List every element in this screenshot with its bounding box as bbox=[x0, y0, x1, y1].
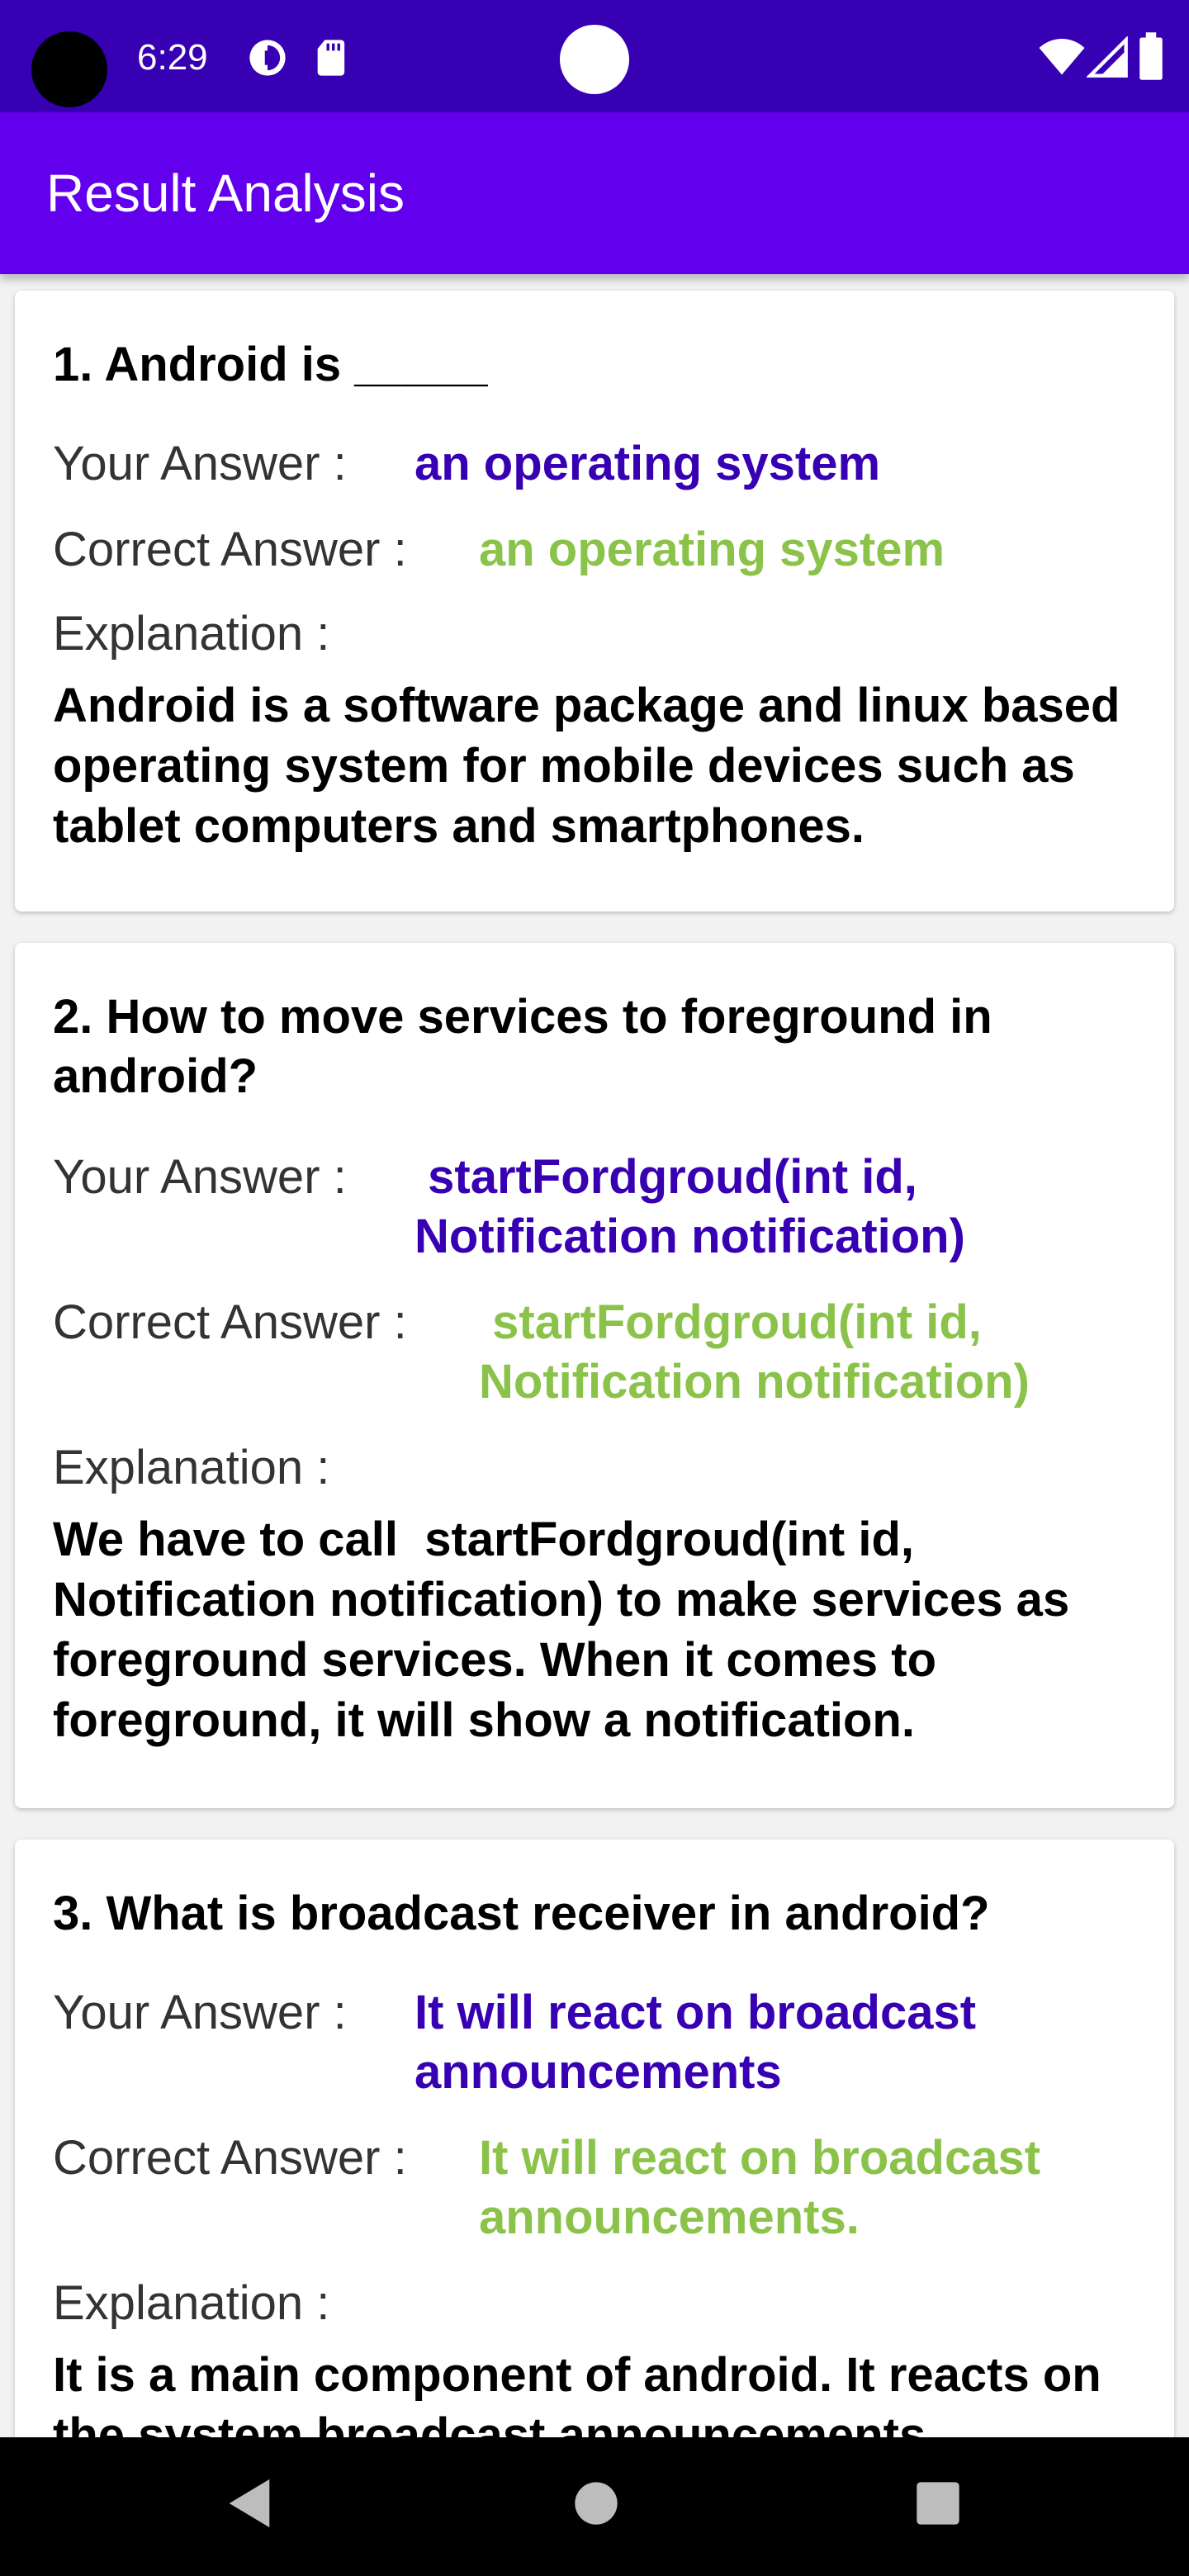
data-saver-icon bbox=[249, 40, 286, 76]
app-bar: Result Analysis bbox=[0, 112, 1189, 274]
signal-icon bbox=[1087, 36, 1128, 78]
status-time: 6:29 bbox=[137, 37, 208, 78]
correct-answer-value: It will react on broadcast announcements… bbox=[479, 2131, 1041, 2244]
home-icon[interactable] bbox=[573, 2480, 619, 2526]
correct-answer-value: an operating system bbox=[479, 523, 945, 576]
result-list[interactable]: 1. Android is _____ Your Answer : an ope… bbox=[0, 274, 1189, 2437]
question-card: 3. What is broadcast receiver in android… bbox=[15, 1840, 1174, 2437]
correct-answer-label: Correct Answer : bbox=[53, 2131, 407, 2185]
correct-answer-label: Correct Answer : bbox=[53, 523, 407, 576]
explanation-text: Android is a software package and linux … bbox=[53, 679, 1120, 853]
explanation-text: We have to call startFordgroud(int id, N… bbox=[53, 1513, 1083, 1747]
explanation-label: Explanation : bbox=[53, 607, 330, 661]
page-title: Result Analysis bbox=[46, 163, 405, 223]
question-title: 3. What is broadcast receiver in android… bbox=[53, 1887, 990, 1940]
correct-answer-value: startFordgroud(int id, Notification noti… bbox=[479, 1295, 1030, 1409]
back-icon[interactable] bbox=[225, 2475, 274, 2531]
your-answer-value: It will react on broadcast announcements bbox=[414, 1986, 977, 2099]
wifi-icon bbox=[1039, 39, 1085, 75]
your-answer-label: Your Answer : bbox=[53, 1150, 347, 1204]
your-answer-label: Your Answer : bbox=[53, 1986, 347, 2039]
correct-answer-label: Correct Answer : bbox=[53, 1295, 407, 1349]
explanation-text: It is a main component of android. It re… bbox=[53, 2348, 1101, 2437]
center-dot bbox=[560, 25, 629, 94]
question-title: 2. How to move services to foreground in… bbox=[53, 990, 992, 1103]
your-answer-value: startFordgroud(int id, Notification noti… bbox=[414, 1150, 965, 1263]
question-card: 1. Android is _____ Your Answer : an ope… bbox=[15, 291, 1174, 912]
sd-card-icon bbox=[317, 40, 345, 76]
explanation-label: Explanation : bbox=[53, 2276, 330, 2330]
battery-icon bbox=[1139, 32, 1163, 80]
explanation-label: Explanation : bbox=[53, 1441, 330, 1494]
navigation-bar bbox=[0, 2437, 1189, 2576]
your-answer-label: Your Answer : bbox=[53, 437, 347, 490]
recents-icon[interactable] bbox=[915, 2480, 961, 2526]
your-answer-value: an operating system bbox=[414, 437, 881, 490]
camera-hole bbox=[31, 31, 107, 107]
question-title: 1. Android is _____ bbox=[53, 338, 488, 391]
question-card: 2. How to move services to foreground in… bbox=[15, 943, 1174, 1808]
status-bar: 6:29 bbox=[0, 0, 1189, 112]
